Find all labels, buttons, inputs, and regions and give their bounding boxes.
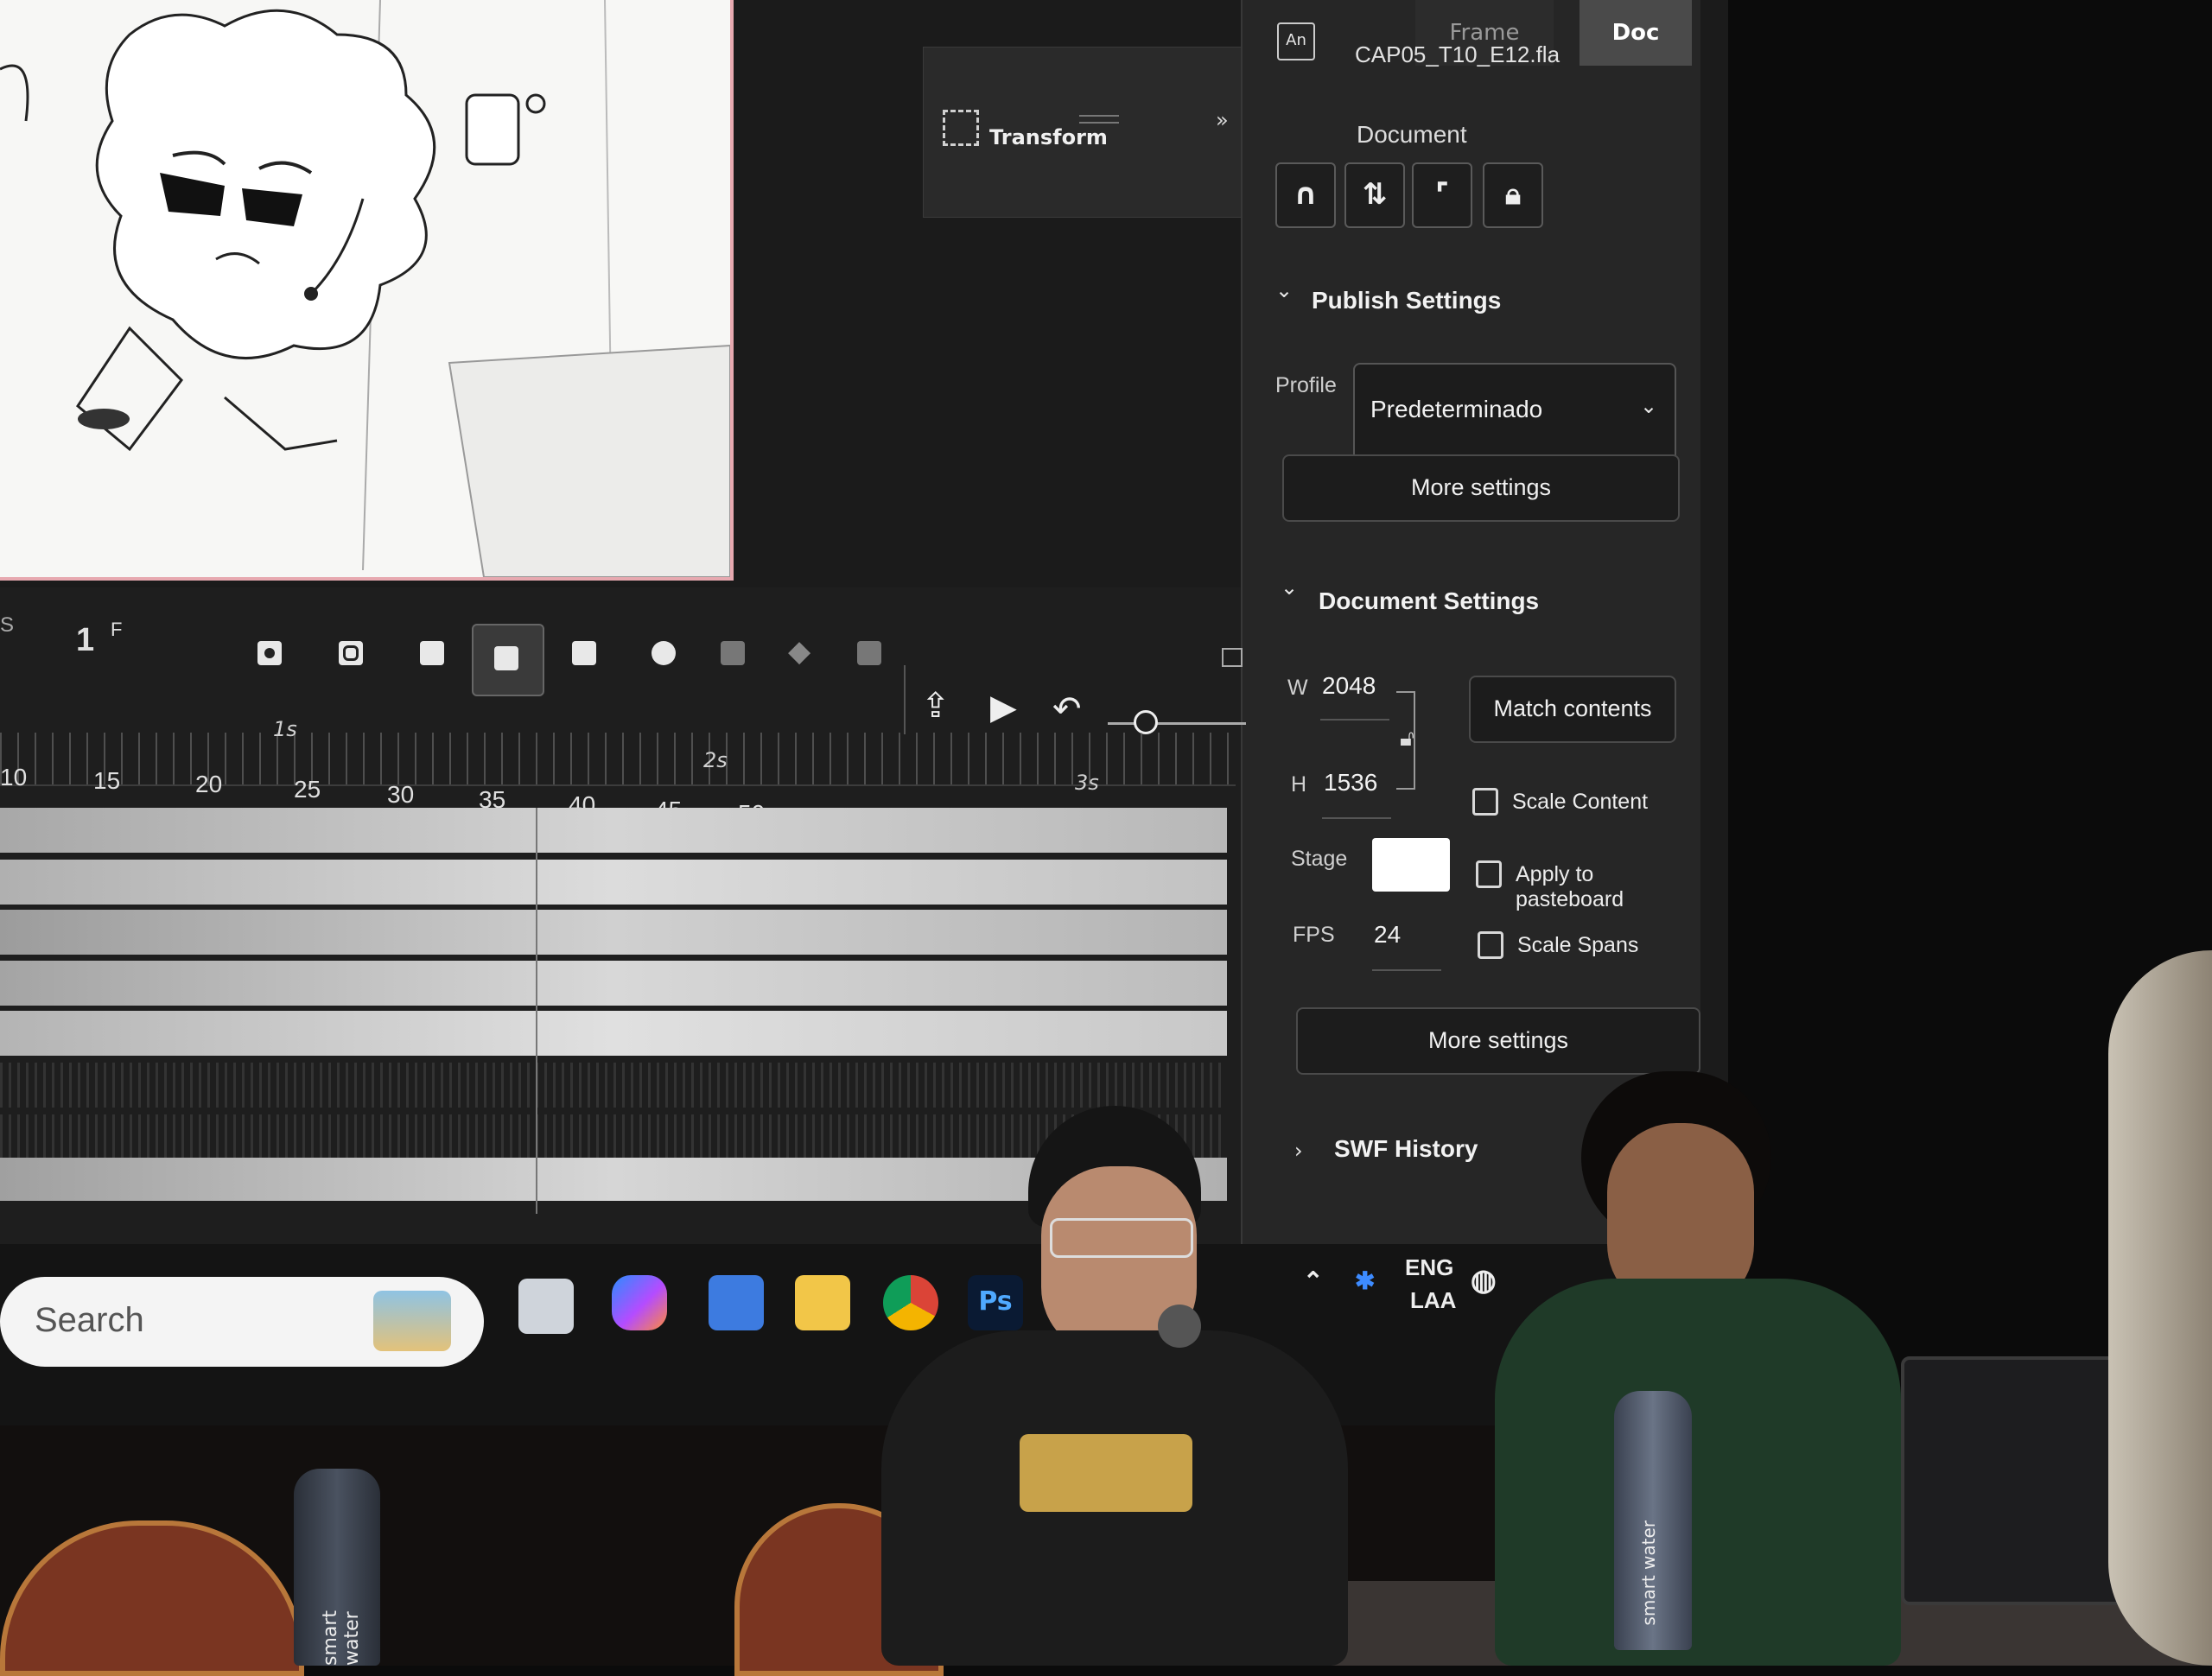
stage-label: Stage	[1291, 847, 1348, 871]
task-view-icon[interactable]	[518, 1279, 574, 1334]
ruler-label: 30	[387, 781, 415, 808]
input-language-variant[interactable]: LAA	[1410, 1287, 1456, 1314]
playhead-guide	[536, 808, 537, 1214]
section-document-label: Document	[1357, 121, 1467, 148]
insert-frame-button[interactable]	[410, 631, 454, 676]
frame-unit-prefix: S	[0, 613, 15, 637]
auto-keyframe-button[interactable]	[472, 624, 544, 696]
apply-pasteboard-checkbox[interactable]	[1476, 860, 1502, 888]
insert-blank-keyframe-button[interactable]	[328, 631, 373, 676]
copilot-icon[interactable]	[612, 1275, 667, 1330]
panel-menu-icon[interactable]	[1222, 648, 1243, 667]
fps-underline	[1372, 969, 1441, 971]
scale-spans-checkbox[interactable]	[1478, 931, 1503, 959]
collapse-panel-icon[interactable]: »	[1216, 108, 1229, 132]
transform-icon	[943, 110, 979, 146]
bottle-label: smart water	[1638, 1520, 1659, 1626]
publish-more-settings-button[interactable]: More settings	[1282, 454, 1680, 522]
fps-input[interactable]: 24	[1374, 921, 1401, 949]
panel-drag-handle[interactable]	[1079, 115, 1119, 124]
tween-button[interactable]: ◆	[778, 631, 823, 676]
current-frame-number[interactable]: 1	[76, 622, 94, 659]
chevron-down-icon: ⌄	[1640, 394, 1658, 418]
corner-guide-button[interactable]: ⌜	[1412, 162, 1472, 228]
chevron-down-icon[interactable]: ⌄	[1275, 278, 1293, 302]
stage-canvas[interactable]	[0, 0, 734, 581]
insert-keyframe-button[interactable]	[247, 631, 292, 676]
document-more-settings-button[interactable]: More settings	[1296, 1007, 1700, 1075]
layer-track[interactable]	[0, 1011, 1227, 1056]
toolbar-divider	[904, 665, 906, 734]
cartoon-illustration	[0, 0, 730, 577]
layer-track[interactable]	[0, 808, 1227, 853]
edit-multiple-frames-button[interactable]	[710, 631, 755, 676]
search-highlight-image	[373, 1291, 451, 1351]
loop-export-icon[interactable]: ⇪	[921, 686, 950, 726]
foreground-person-hair	[2108, 950, 2212, 1666]
input-language[interactable]: ENG	[1405, 1254, 1453, 1281]
transform-panel[interactable]: » ✕ Transform	[923, 47, 1267, 218]
zoom-slider-track[interactable]	[1108, 722, 1246, 725]
projected-screen: » ✕ Transform Frame Doc An CAP05_T10_E12…	[0, 0, 1728, 1270]
panelist-person	[1478, 1071, 1927, 1666]
scale-spans-label: Scale Spans	[1517, 933, 1639, 957]
layer-track[interactable]	[0, 860, 1227, 905]
match-contents-button[interactable]: Match contents	[1469, 676, 1676, 743]
profile-value: Predeterminado	[1370, 396, 1543, 422]
onion-skin-button[interactable]	[641, 631, 686, 676]
microphone	[1158, 1305, 1201, 1348]
water-bottle: smart water	[294, 1469, 380, 1666]
tab-doc[interactable]: Doc	[1580, 0, 1692, 66]
water-bottle: smart water	[1614, 1391, 1692, 1650]
frame-unit-label: F	[111, 619, 123, 640]
speaker-person	[830, 1106, 1382, 1666]
profile-select[interactable]: Predeterminado ⌄	[1353, 363, 1676, 463]
taskbar-search-box[interactable]: Search	[0, 1277, 484, 1367]
width-input[interactable]: 2048	[1322, 672, 1376, 700]
second-marker-2: 2s	[703, 748, 728, 772]
calculator-icon[interactable]	[709, 1275, 764, 1330]
chevron-down-icon[interactable]: ⌄	[1281, 575, 1298, 600]
height-underline	[1322, 817, 1391, 819]
ruler-label: 10	[0, 764, 28, 790]
document-filename: CAP05_T10_E12.fla	[1355, 41, 1560, 67]
timeline-ruler-ticks	[0, 733, 1236, 786]
stage-color-swatch[interactable]	[1372, 838, 1450, 892]
zoom-slider-handle[interactable]	[1134, 710, 1158, 734]
height-label: H	[1291, 772, 1307, 797]
second-marker-1: 1s	[273, 717, 297, 741]
undo-icon[interactable]: ↶	[1052, 689, 1082, 729]
camera-button[interactable]	[847, 631, 892, 676]
layer-track-empty[interactable]	[0, 1063, 1227, 1108]
apply-pasteboard-label: Apply to pasteboard	[1516, 862, 1624, 911]
ruler-label: 25	[294, 776, 321, 803]
unlock-icon[interactable]: 🔓︎	[1400, 726, 1414, 752]
publish-settings-header[interactable]: Publish Settings	[1312, 287, 1501, 314]
transform-title: Transform	[989, 125, 1108, 149]
clear-keyframe-button[interactable]	[562, 631, 607, 676]
document-settings-header[interactable]: Document Settings	[1319, 587, 1539, 615]
fps-label: FPS	[1293, 923, 1335, 947]
layer-track[interactable]	[0, 910, 1227, 955]
scale-content-label: Scale Content	[1512, 790, 1649, 814]
width-label: W	[1287, 676, 1308, 700]
width-underline	[1320, 719, 1389, 721]
profile-label: Profile	[1275, 373, 1337, 397]
scale-content-checkbox[interactable]	[1472, 788, 1498, 816]
search-placeholder: Search	[35, 1301, 144, 1339]
second-marker-3: 3s	[1075, 771, 1099, 795]
ruler-label: 15	[93, 767, 121, 794]
layer-track[interactable]	[0, 961, 1227, 1006]
bottle-label: smart water	[320, 1609, 363, 1666]
ruler-align-button[interactable]: ⇅	[1344, 162, 1405, 228]
height-input[interactable]: 1536	[1324, 769, 1377, 797]
lock-icon[interactable]: 🔒︎	[1483, 162, 1543, 228]
ruler-label: 20	[195, 771, 223, 797]
snap-magnet-button[interactable]: ∩	[1275, 162, 1336, 228]
play-icon[interactable]: ▶	[990, 688, 1017, 727]
animate-file-icon: An	[1277, 22, 1315, 60]
